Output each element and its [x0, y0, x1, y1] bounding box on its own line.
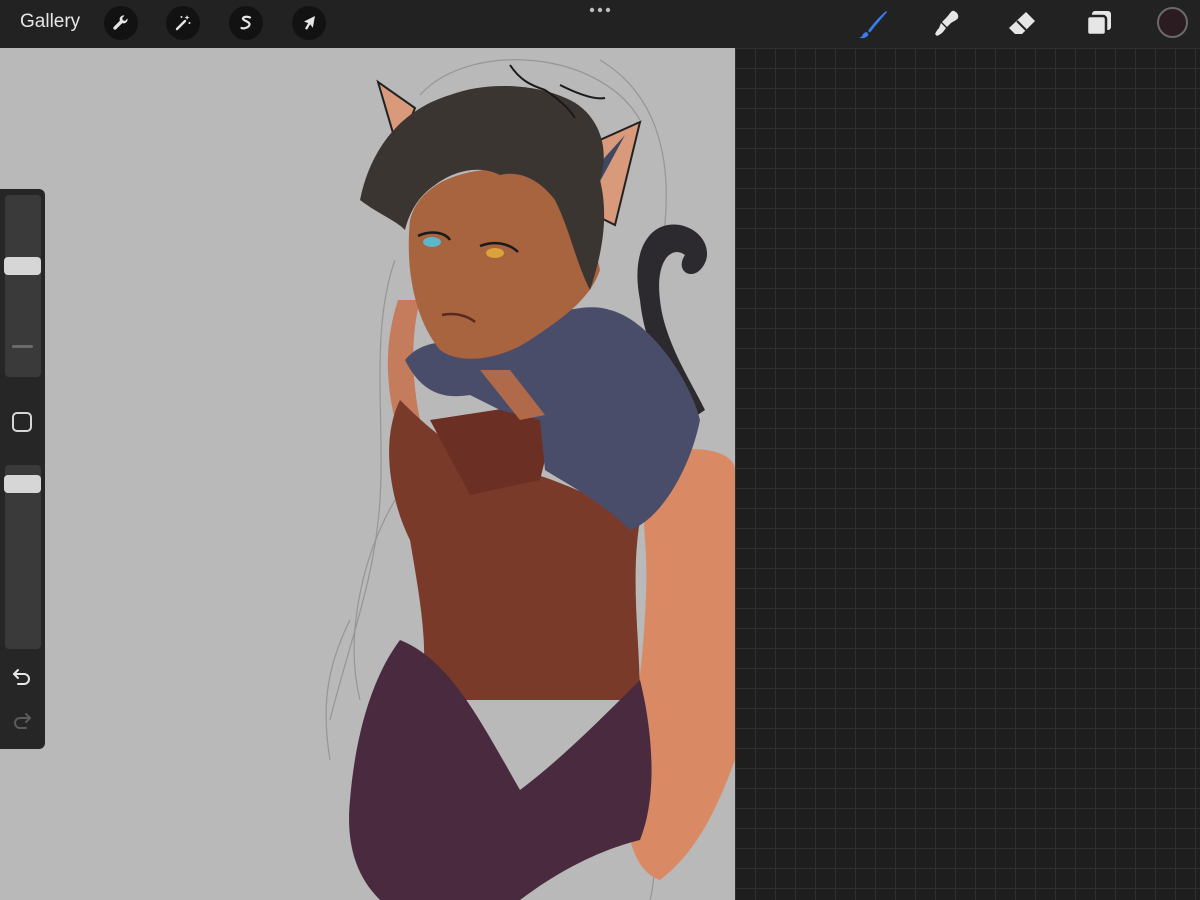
selection-button[interactable]: [229, 6, 263, 40]
arrow-cursor-icon: [304, 16, 315, 30]
drawing-canvas[interactable]: [0, 48, 735, 900]
artwork-illustration: [325, 59, 735, 900]
grid-background: [735, 48, 1200, 900]
undo-icon: [13, 669, 30, 685]
opacity-thumb[interactable]: [4, 474, 41, 493]
transform-button[interactable]: [292, 6, 326, 40]
slider-divider: [12, 345, 33, 348]
magic-wand-icon: [175, 15, 191, 31]
modify-button[interactable]: [12, 412, 32, 432]
redo-icon: [14, 713, 31, 729]
actions-button[interactable]: [104, 6, 138, 40]
top-toolbar: Gallery: [0, 0, 1200, 48]
eraser-icon: [1009, 12, 1035, 34]
wrench-icon: [113, 15, 128, 30]
smudge-tool-button[interactable]: [931, 8, 963, 40]
undo-button[interactable]: [10, 665, 34, 689]
color-picker-swatch[interactable]: [1157, 7, 1188, 38]
selection-s-icon: [240, 15, 252, 30]
brush-size-thumb[interactable]: [4, 257, 41, 276]
redo-button[interactable]: [10, 709, 34, 733]
more-options-button[interactable]: [587, 3, 613, 17]
layers-icon: [1085, 11, 1111, 37]
left-sidebar: [0, 189, 45, 749]
eraser-tool-button[interactable]: [1006, 8, 1038, 40]
paint-tool-button[interactable]: [857, 8, 889, 40]
gallery-button[interactable]: Gallery: [20, 11, 80, 33]
ellipsis-icon: [589, 7, 611, 13]
brush-icon: [859, 11, 887, 39]
brush-size-slider[interactable]: [5, 195, 41, 377]
layers-tool-button[interactable]: [1083, 8, 1115, 40]
smudge-icon: [935, 10, 959, 36]
adjustments-button[interactable]: [166, 6, 200, 40]
